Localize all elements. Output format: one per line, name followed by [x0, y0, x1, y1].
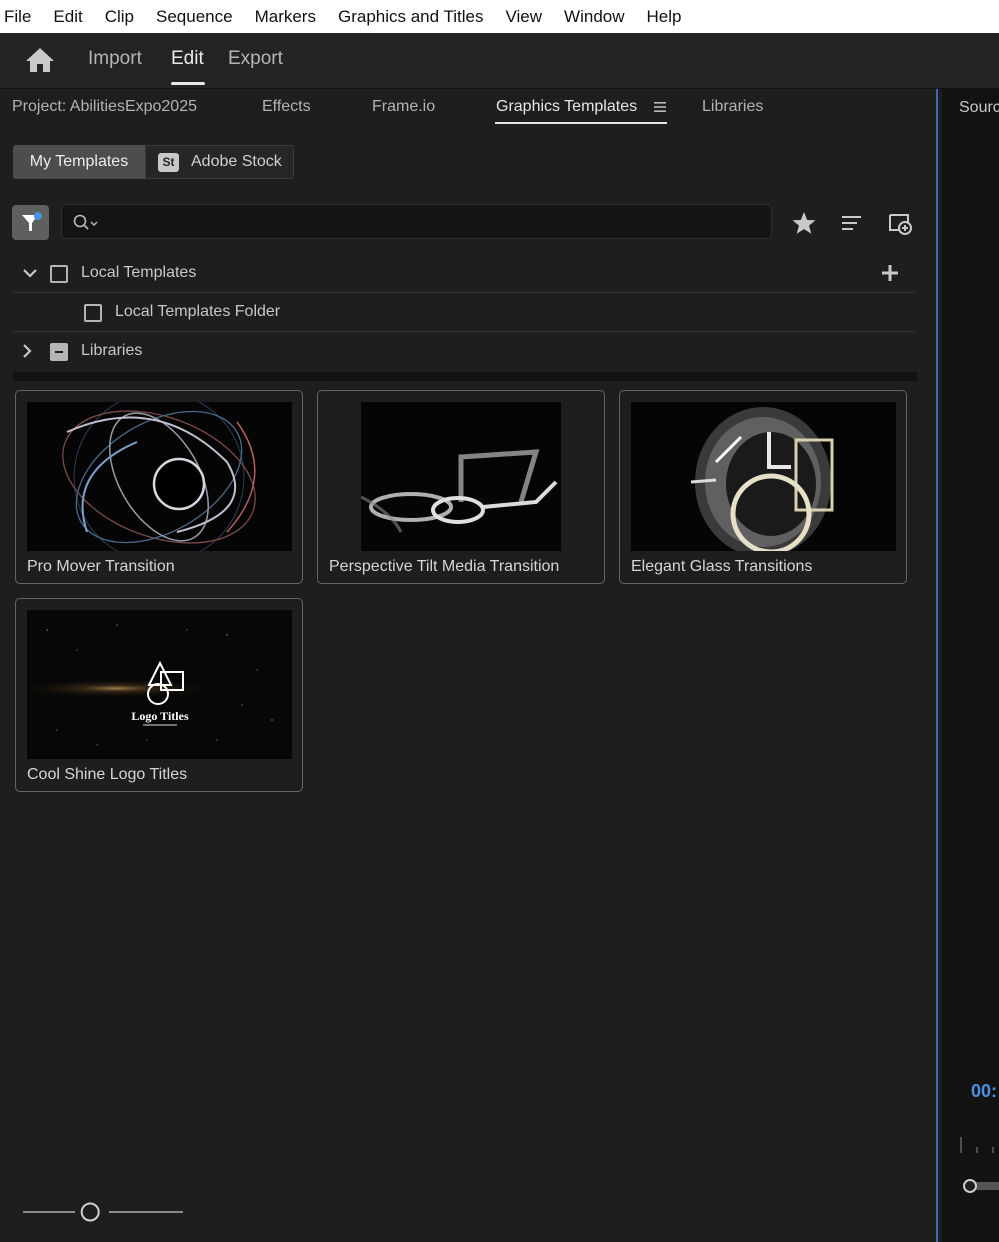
menu-edit[interactable]: Edit: [42, 0, 93, 33]
filter-button[interactable]: [12, 205, 49, 240]
menu-sequence[interactable]: Sequence: [145, 0, 244, 33]
star-icon[interactable]: [790, 210, 818, 236]
tree-row-local-templates[interactable]: Local Templates: [13, 254, 915, 293]
local-templates-folder-label: Local Templates Folder: [115, 303, 281, 320]
tab-libraries[interactable]: Libraries: [702, 98, 763, 116]
tab-effects[interactable]: Effects: [262, 98, 311, 116]
graphics-templates-panel: Project: AbilitiesExpo2025 Effects Frame…: [0, 89, 938, 1242]
thumbnail-logo-text: Logo Titles: [131, 709, 189, 723]
my-templates-label: My Templates: [29, 153, 129, 170]
template-thumbnail: [631, 402, 896, 551]
hamburger-menu-icon[interactable]: [653, 100, 667, 114]
playhead-scrubber[interactable]: [960, 1177, 999, 1195]
panel-divider: [13, 372, 917, 381]
tab-graphics-templates[interactable]: Graphics Templates: [496, 98, 637, 116]
menu-help[interactable]: Help: [636, 0, 693, 33]
template-title: Elegant Glass Transitions: [631, 558, 813, 575]
zoom-slider-handle: [80, 1202, 100, 1222]
active-workspace-indicator: [171, 82, 205, 85]
template-thumbnail: Logo Titles: [27, 610, 292, 759]
template-card-elegant-glass[interactable]: Elegant Glass Transitions: [619, 390, 907, 584]
home-icon[interactable]: [24, 46, 56, 74]
template-card-cool-shine[interactable]: Logo Titles Cool Shine Logo Titles: [15, 598, 303, 792]
adobe-stock-label: Adobe Stock: [191, 153, 282, 170]
workspace-export[interactable]: Export: [228, 48, 283, 70]
template-title: Cool Shine Logo Titles: [27, 766, 188, 783]
libraries-label: Libraries: [81, 342, 143, 359]
filter-icon: [22, 212, 42, 231]
tab-frameio[interactable]: Frame.io: [372, 98, 435, 116]
menu-view[interactable]: View: [495, 0, 554, 33]
chevron-down-icon[interactable]: [21, 264, 39, 282]
workspace-import[interactable]: Import: [88, 48, 142, 70]
template-title: Perspective Tilt Media Transition: [329, 558, 560, 575]
tree-row-local-templates-folder[interactable]: Local Templates Folder: [13, 293, 915, 332]
tab-project[interactable]: Project: AbilitiesExpo2025: [12, 98, 197, 116]
adobe-stock-icon: St: [158, 152, 179, 172]
timeline-ruler: [960, 1137, 994, 1153]
my-templates-button[interactable]: My Templates: [13, 145, 145, 179]
template-card-perspective-tilt[interactable]: Perspective Tilt Media Transition: [317, 390, 605, 584]
workspace-edit[interactable]: Edit: [171, 48, 204, 70]
template-title: Pro Mover Transition: [27, 558, 175, 575]
search-input[interactable]: [106, 205, 760, 240]
search-icon: [73, 214, 98, 230]
tree-row-libraries[interactable]: Libraries: [13, 332, 915, 370]
local-templates-label: Local Templates: [81, 264, 197, 281]
workspace-header: Import Edit Export: [0, 33, 999, 89]
search-field[interactable]: [61, 204, 772, 240]
thumbnail-size-slider[interactable]: [23, 1201, 183, 1223]
source-timecode[interactable]: 00:: [971, 1081, 997, 1102]
menu-bar: File Edit Clip Sequence Markers Graphics…: [0, 0, 999, 34]
adobe-stock-button[interactable]: St Adobe Stock: [145, 145, 294, 179]
menu-clip[interactable]: Clip: [94, 0, 145, 33]
template-card-pro-mover[interactable]: Pro Mover Transition: [15, 390, 303, 584]
template-thumbnail: [27, 402, 292, 551]
template-thumbnail: [361, 402, 561, 551]
active-tab-indicator: [495, 122, 667, 124]
libraries-checkbox[interactable]: [50, 343, 68, 361]
source-monitor-panel: Sourc 00:: [942, 89, 999, 1242]
menu-window[interactable]: Window: [553, 0, 635, 33]
plus-icon[interactable]: [879, 262, 901, 284]
menu-file[interactable]: File: [0, 0, 42, 33]
menu-markers[interactable]: Markers: [244, 0, 327, 33]
new-bin-icon[interactable]: [886, 210, 914, 236]
chevron-right-icon[interactable]: [18, 342, 36, 360]
local-templates-checkbox[interactable]: [50, 265, 68, 283]
sort-icon[interactable]: [838, 210, 866, 236]
menu-graphics-and-titles[interactable]: Graphics and Titles: [327, 0, 495, 33]
local-templates-folder-checkbox[interactable]: [84, 304, 102, 322]
tab-source[interactable]: Sourc: [959, 99, 999, 117]
